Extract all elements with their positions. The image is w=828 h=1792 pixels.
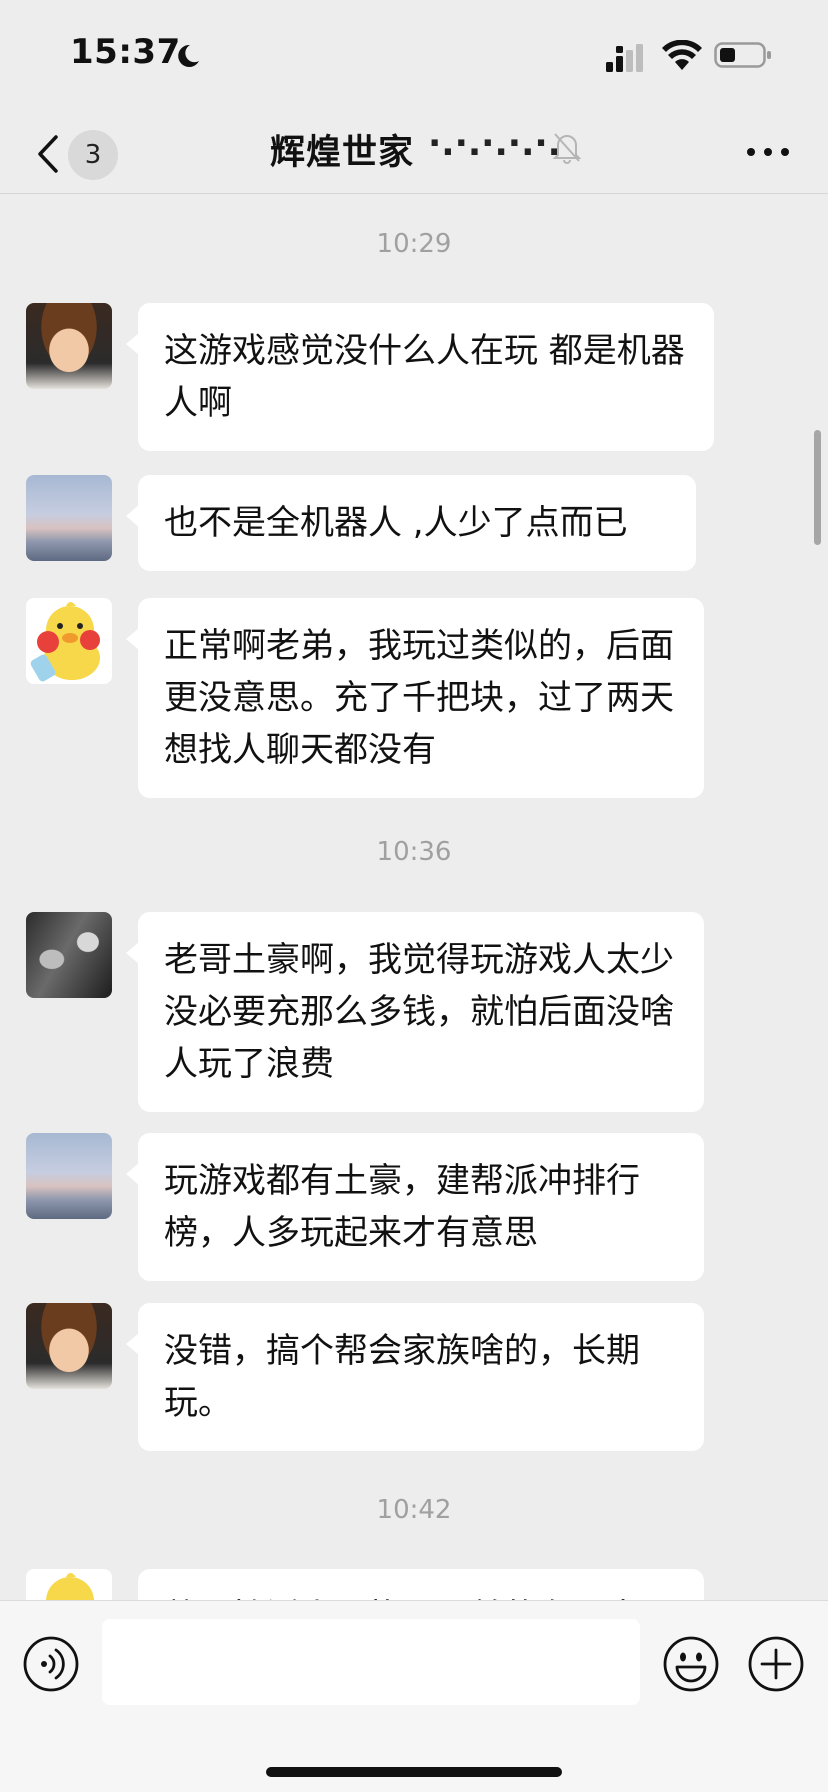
message-bubble[interactable]: 正常啊老弟，我玩过类似的，后面更没意思。充了千把块，过了两天想找人聊天都没有 (126, 598, 704, 798)
message-bubble[interactable]: 整一拨活人一找玩一首的有目大 (126, 1569, 704, 1600)
avatar[interactable] (26, 1569, 112, 1600)
chat-title: 辉煌世家 (270, 133, 415, 173)
unread-count-badge: 3 (68, 130, 118, 180)
mute-bell-icon (552, 133, 582, 164)
back-button[interactable]: 3 (28, 122, 128, 180)
message-input[interactable] (102, 1619, 640, 1705)
avatar[interactable] (26, 912, 112, 998)
plus-icon[interactable] (747, 1635, 805, 1693)
avatar[interactable] (26, 1133, 112, 1219)
battery-icon (714, 42, 771, 68)
signal-icon (606, 44, 643, 72)
input-bar (0, 1600, 828, 1792)
avatar[interactable] (26, 598, 112, 684)
more-icon[interactable] (744, 134, 792, 170)
message-bubble[interactable]: 这游戏感觉没什么人在玩 都是机器人啊 (126, 303, 714, 451)
chat-title-suffix: ·.·.·.·.·. (428, 124, 561, 164)
status-bar: 15:37 (0, 0, 828, 108)
timestamp: 10:36 (376, 837, 452, 867)
message-bubble[interactable]: 也不是全机器人 ,人少了点而已 (126, 475, 696, 571)
timestamp: 10:42 (376, 1495, 452, 1525)
timestamp: 10:29 (376, 229, 452, 259)
avatar[interactable] (26, 1303, 112, 1389)
scrollbar[interactable] (814, 430, 821, 545)
avatar[interactable] (26, 475, 112, 561)
back-chevron-icon (38, 135, 58, 173)
moon-icon (178, 44, 199, 67)
emoji-icon[interactable] (662, 1635, 720, 1693)
voice-icon[interactable] (22, 1635, 80, 1693)
chat-message-list[interactable]: 10:29 这游戏感觉没什么人在玩 都是机器人啊 也不是全机器人 ,人少了点而已… (0, 195, 828, 1600)
chat-header: 3 辉煌世家 ·.·.·.·.·. (0, 108, 828, 194)
duck-avatar-icon (46, 1573, 94, 1600)
message-bubble[interactable]: 玩游戏都有土豪，建帮派冲排行榜，人多玩起来才有意思 (126, 1133, 704, 1281)
avatar[interactable] (26, 303, 112, 389)
message-bubble[interactable]: 老哥土豪啊，我觉得玩游戏人太少没必要充那么多钱，就怕后面没啥人玩了浪费 (126, 912, 704, 1112)
duck-avatar-icon (30, 602, 100, 682)
home-indicator (266, 1767, 562, 1777)
message-bubble[interactable]: 没错，搞个帮会家族啥的，长期玩。 (126, 1303, 704, 1451)
wifi-icon (662, 40, 702, 70)
status-time: 15:37 (70, 32, 181, 72)
